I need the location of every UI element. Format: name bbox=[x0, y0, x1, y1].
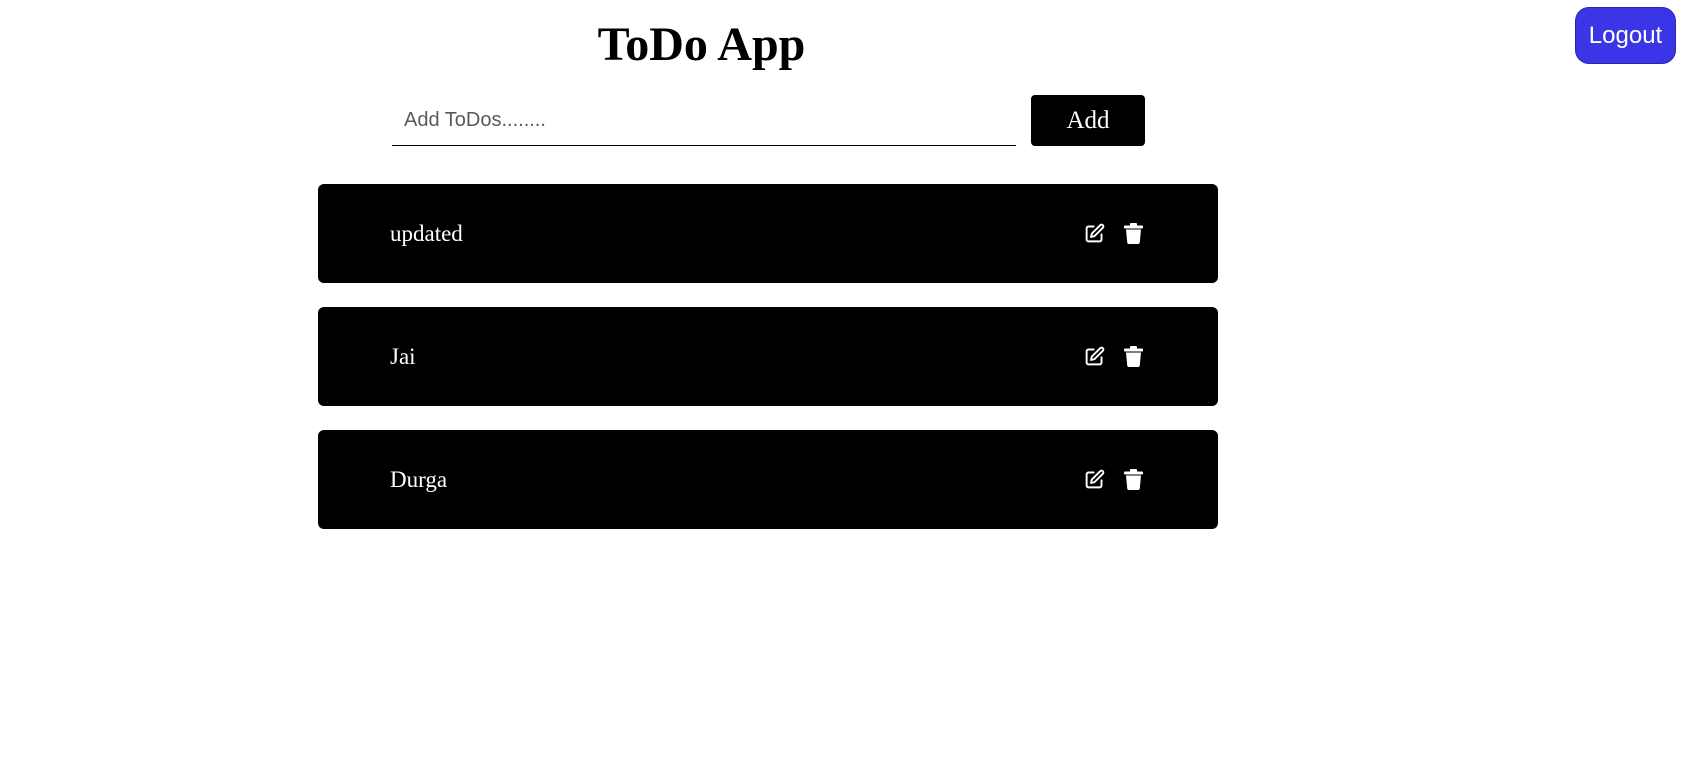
trash-icon[interactable] bbox=[1123, 469, 1144, 490]
todo-actions bbox=[1084, 469, 1144, 490]
todo-text: updated bbox=[390, 220, 463, 246]
todo-item: Durga bbox=[318, 430, 1218, 529]
add-button[interactable]: Add bbox=[1031, 95, 1145, 146]
trash-icon[interactable] bbox=[1123, 346, 1144, 367]
todo-list: updated Jai Durga bbox=[318, 184, 1218, 553]
todo-text: Durga bbox=[390, 466, 448, 492]
page-title: ToDo App bbox=[597, 18, 806, 71]
edit-icon[interactable] bbox=[1084, 346, 1105, 367]
todo-input[interactable] bbox=[392, 95, 1016, 146]
logout-button[interactable]: Logout bbox=[1575, 7, 1676, 64]
add-todo-form: Add bbox=[392, 95, 1145, 147]
todo-actions bbox=[1084, 223, 1144, 244]
todo-text: Jai bbox=[390, 343, 416, 369]
todo-actions bbox=[1084, 346, 1144, 367]
todo-item: Jai bbox=[318, 307, 1218, 406]
todo-item: updated bbox=[318, 184, 1218, 283]
trash-icon[interactable] bbox=[1123, 223, 1144, 244]
edit-icon[interactable] bbox=[1084, 223, 1105, 244]
edit-icon[interactable] bbox=[1084, 469, 1105, 490]
